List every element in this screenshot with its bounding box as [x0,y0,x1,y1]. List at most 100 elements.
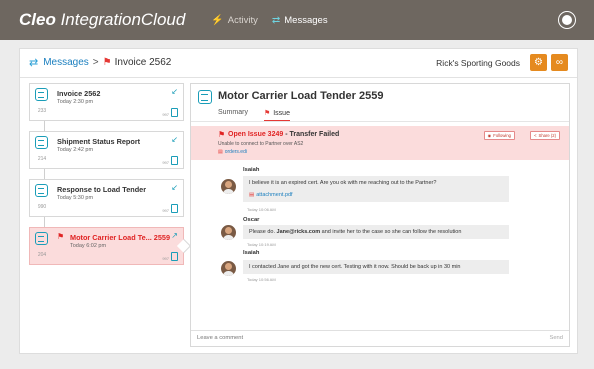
share-label: Share (2) [538,133,556,138]
detail-title: Motor Carrier Load Tender 2559 [218,90,384,102]
comment-author: Oscar [243,217,260,223]
main-nav: ⚡ Activity ⇄ Messages [211,15,341,26]
gear-icon: ⚙ [534,57,543,68]
message-list: 233 Invoice 2562 Today 2:30 pm ↙ 997 214… [29,83,192,275]
connector-line [44,169,45,179]
issue-title: Open Issue 3249 - Transfer Failed [228,131,339,138]
share-button[interactable]: < Share (2) [530,131,560,140]
message-time: Today 6:02 pm [70,243,107,249]
message-title: Invoice 2562 [57,89,101,98]
message-number: 233 [37,108,47,114]
comment-time: Today 10:06 AM [247,207,276,212]
avatar [221,179,236,194]
message-format: 997 [162,112,169,117]
following-label: Following [493,133,511,138]
inbound-arrow-icon: ↙ [171,87,178,96]
list-item[interactable]: 233 Invoice 2562 Today 2:30 pm ↙ 997 [29,83,184,121]
divider [20,77,577,78]
app-logo[interactable]: Cleo IntegrationCloud [19,10,185,30]
message-number: 204 [37,252,47,258]
messages-panel: ⇄ Messages > ⚑ Invoice 2562 Rick's Sport… [19,48,578,354]
avatar [221,225,236,240]
comment-email: Jane@ricks.com [276,229,321,235]
list-item-selected[interactable]: 204 ⚑ Motor Carrier Load Te... 2559 Toda… [29,217,192,265]
message-format: 997 [162,208,169,213]
list-item[interactable]: 990 Response to Load Tender Today 5:30 p… [29,169,184,217]
comment-text: I believe it is an expired cert. Are you… [249,180,437,186]
receipt-icon[interactable] [171,252,178,261]
message-number: 990 [37,204,47,210]
link-icon: ∞ [555,57,564,68]
outbound-arrow-icon: ↗ [171,231,178,240]
link-button[interactable]: ∞ [551,54,568,71]
flag-icon: ⚑ [218,130,226,139]
user-menu-button[interactable] [558,11,576,29]
issue-banner: ⚑ Open Issue 3249 - Transfer Failed Unab… [191,126,569,160]
top-bar: Cleo IntegrationCloud ⚡ Activity ⇄ Messa… [0,0,594,40]
document-exchange-icon [35,232,48,245]
connector-line [44,217,45,227]
comment-author: Isaiah [243,250,260,256]
swap-arrows-icon: ⇄ [29,57,39,69]
receipt-icon[interactable] [171,204,178,213]
document-exchange-icon [35,136,48,149]
comment-composer: Send [191,330,569,347]
list-item[interactable]: 214 Shipment Status Report Today 2:42 pm… [29,121,184,169]
comment-author: Isaiah [243,167,260,173]
rss-icon: ◉ [487,133,492,138]
breadcrumb-messages[interactable]: Messages [43,57,89,68]
company-name: Rick's Sporting Goods [436,58,520,68]
receipt-icon[interactable] [171,156,178,165]
divider [191,121,569,122]
issue-file-name: orders.edi [224,149,247,155]
nav-messages-label: Messages [284,14,328,26]
message-time: Today 5:30 pm [57,195,94,201]
issue-file-link[interactable]: ▤ orders.edi [218,149,247,155]
following-button[interactable]: ◉ Following [483,131,515,140]
user-icon [562,15,572,25]
comment-text-post: and invite her to the case so she can fo… [320,229,462,235]
nav-activity[interactable]: ⚡ Activity [211,15,258,26]
connector-line [44,121,45,131]
message-number: 214 [37,156,47,162]
file-icon: ▤ [218,149,223,155]
comment-bubble: Please do. Jane@ricks.com and invite her… [243,225,509,239]
breadcrumb-current: Invoice 2562 [114,57,172,68]
comment-time: Today 10:19 AM [247,242,276,247]
send-button[interactable]: Send [549,335,563,341]
settings-button[interactable]: ⚙ [530,54,547,71]
issue-id[interactable]: Open Issue 3249 [228,131,283,138]
share-icon: < [534,133,537,138]
avatar [221,261,236,276]
attachment-link[interactable]: ▤ attachment.pdf [249,192,503,198]
attachment-name: attachment.pdf [256,192,293,198]
message-detail: Motor Carrier Load Tender 2559 Summary ⚑… [190,83,570,347]
comment-bubble: I believe it is an expired cert. Are you… [243,176,509,202]
message-format: 997 [162,160,169,165]
pdf-icon: ▤ [249,192,255,198]
flag-icon: ⚑ [102,57,112,68]
flag-icon: ⚑ [263,110,271,117]
inbound-arrow-icon: ↙ [171,183,178,192]
issue-description: Unable to connect to Partner over AS2 [218,141,304,147]
comment-input[interactable] [197,335,497,341]
document-exchange-icon [198,90,212,104]
tab-issue-label: Issue [273,110,290,117]
comment-bubble: I contacted Jane and got the new cert. T… [243,260,509,274]
flag-icon: ⚑ [57,232,65,241]
comment-text-pre: Please do. [249,229,277,235]
comment-time: Today 10:56 AM [247,277,276,282]
nav-activity-label: Activity [227,14,258,26]
breadcrumb-separator: > [92,57,99,68]
document-exchange-icon [35,88,48,101]
selection-pointer [176,238,192,254]
activity-icon: ⚡ [211,14,224,26]
breadcrumb: ⇄ Messages > ⚑ Invoice 2562 [29,56,171,69]
nav-messages[interactable]: ⇄ Messages [272,15,328,26]
message-time: Today 2:30 pm [57,99,94,105]
receipt-icon[interactable] [171,108,178,117]
document-exchange-icon [35,184,48,197]
message-time: Today 2:42 pm [57,147,94,153]
issue-status: - Transfer Failed [283,131,340,138]
message-title: Response to Load Tender [57,185,147,194]
